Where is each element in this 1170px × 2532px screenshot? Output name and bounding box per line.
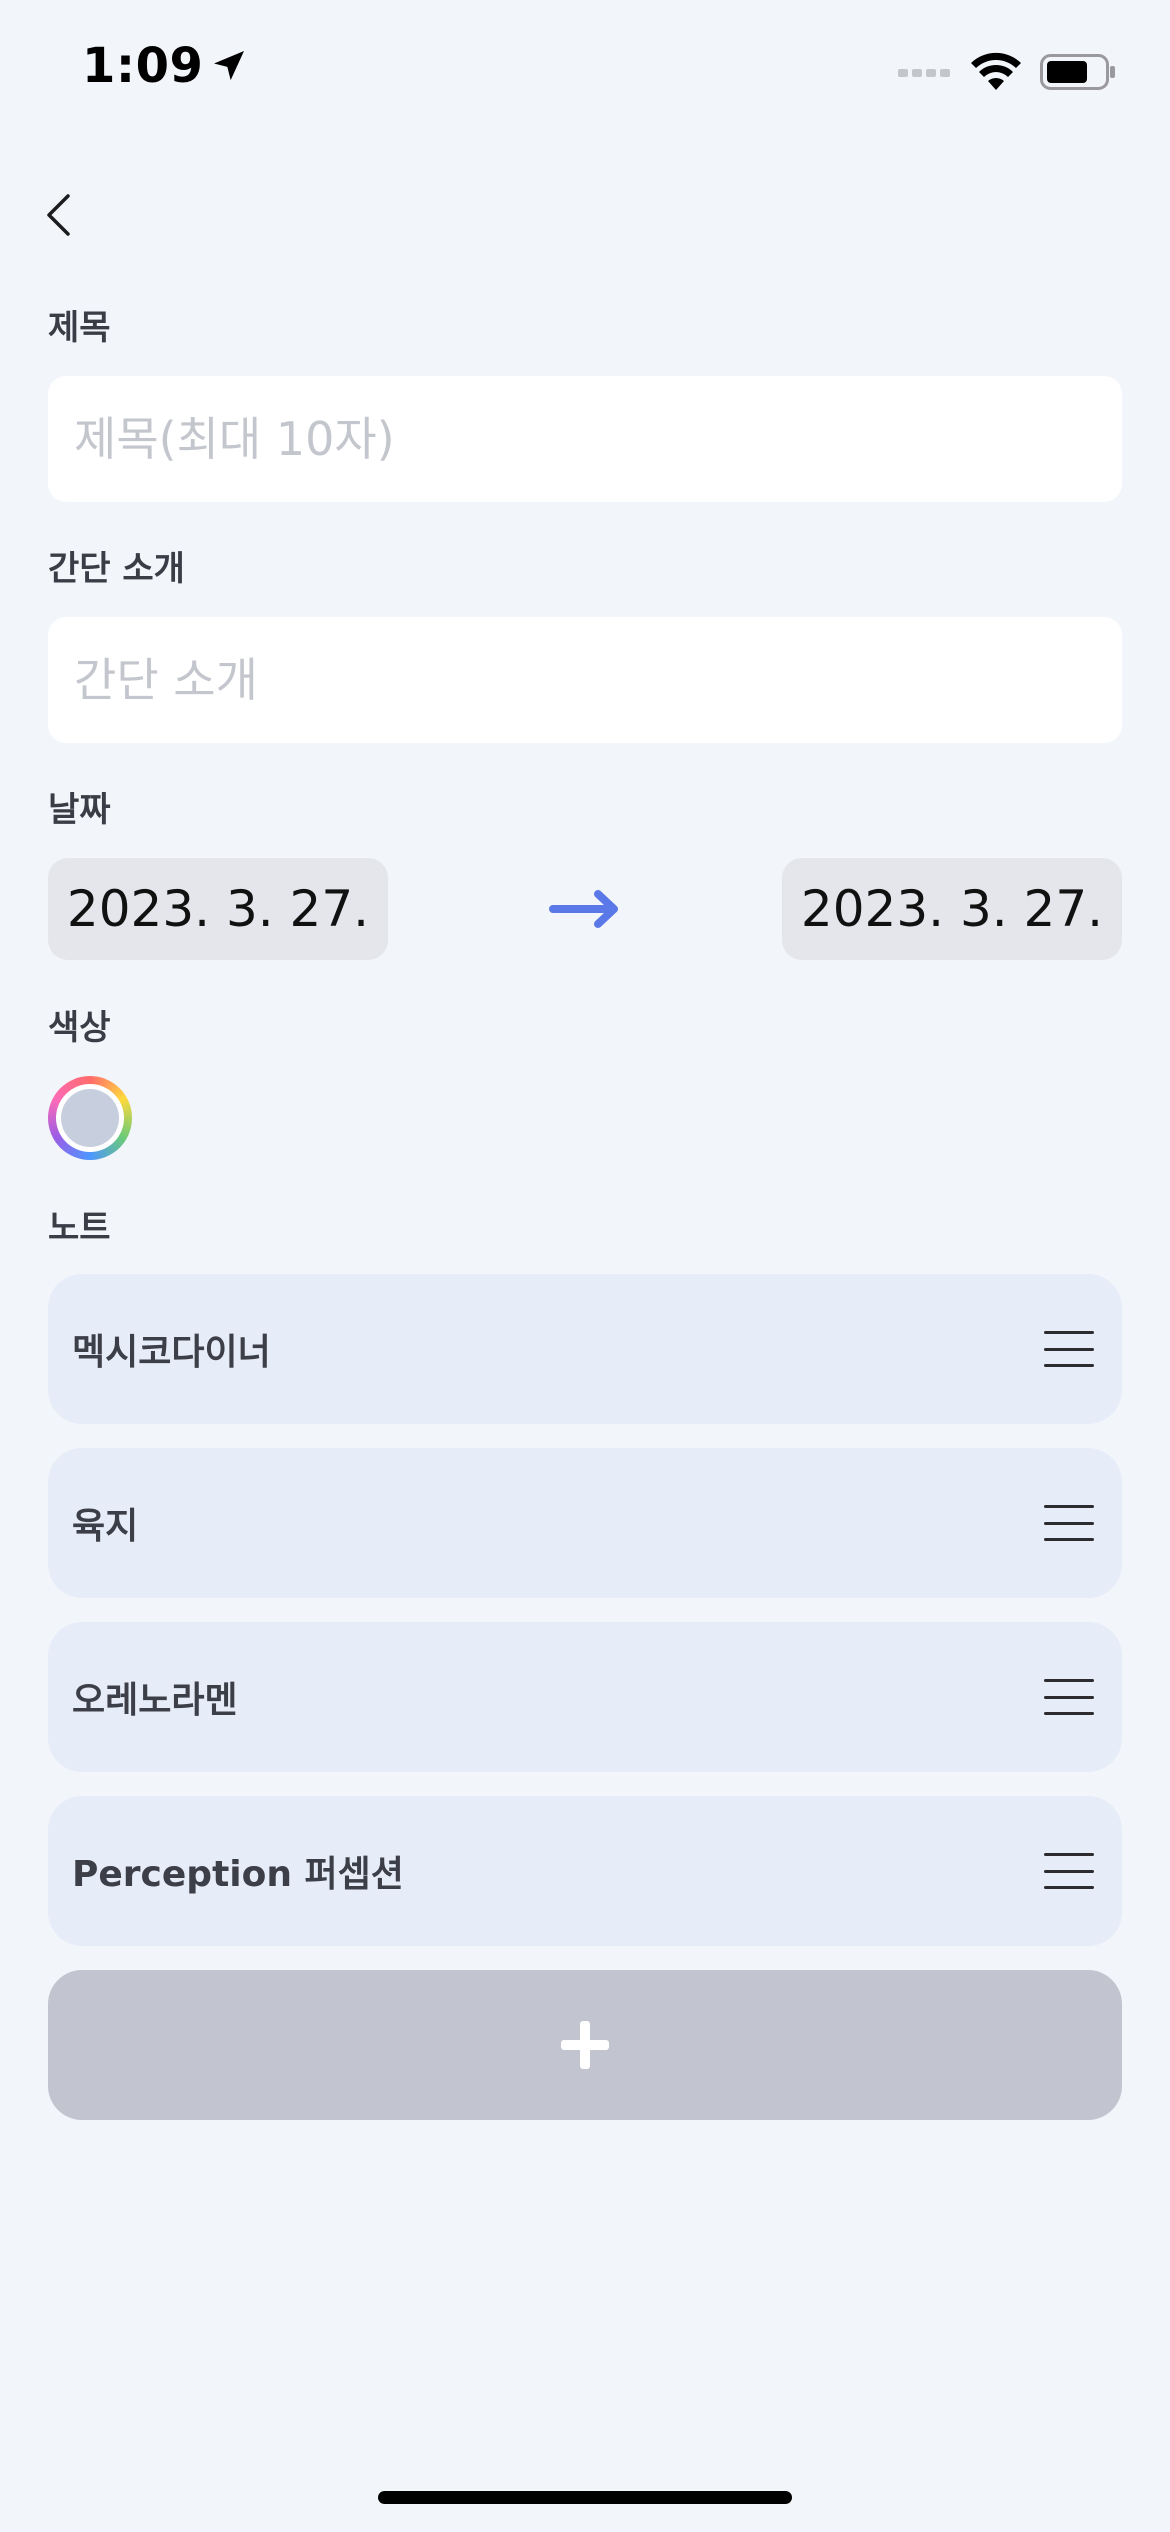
note-item-label: Perception 퍼셉션 bbox=[72, 1854, 404, 1895]
end-date-button[interactable]: 2023. 3. 27. bbox=[782, 858, 1122, 960]
drag-handle-icon[interactable] bbox=[1044, 1679, 1094, 1715]
date-label: 날짜 bbox=[48, 790, 111, 830]
intro-label: 간단 소개 bbox=[48, 549, 185, 589]
note-item[interactable]: 육지 bbox=[48, 1448, 1122, 1598]
intro-field[interactable] bbox=[48, 617, 1122, 743]
chevron-left-icon bbox=[47, 194, 70, 236]
home-indicator[interactable] bbox=[378, 2491, 792, 2504]
status-time: 1:09 bbox=[82, 38, 249, 94]
back-button[interactable] bbox=[34, 188, 82, 242]
title-label: 제목 bbox=[48, 308, 111, 348]
add-note-button[interactable] bbox=[48, 1970, 1122, 2120]
drag-handle-icon[interactable] bbox=[1044, 1505, 1094, 1541]
color-picker-button[interactable] bbox=[48, 1076, 132, 1160]
status-time-text: 1:09 bbox=[82, 38, 204, 94]
drag-handle-icon[interactable] bbox=[1044, 1853, 1094, 1889]
note-item-label: 멕시코다이너 bbox=[72, 1332, 271, 1373]
note-item-label: 육지 bbox=[72, 1506, 139, 1547]
color-label: 색상 bbox=[48, 1008, 111, 1048]
drag-handle-icon[interactable] bbox=[1044, 1331, 1094, 1367]
title-input[interactable] bbox=[72, 411, 1098, 467]
plus-icon bbox=[561, 2021, 609, 2069]
note-item[interactable]: Perception 퍼셉션 bbox=[48, 1796, 1122, 1946]
title-field[interactable] bbox=[48, 376, 1122, 502]
intro-input[interactable] bbox=[72, 652, 1098, 708]
cellular-signal-icon bbox=[898, 69, 950, 77]
location-arrow-icon bbox=[214, 51, 245, 81]
notes-label: 노트 bbox=[48, 1208, 111, 1248]
note-item-label: 오레노라멘 bbox=[72, 1680, 238, 1721]
wifi-icon bbox=[971, 52, 1021, 90]
selected-color-swatch bbox=[61, 1089, 119, 1147]
arrow-right-icon bbox=[549, 890, 618, 928]
note-item[interactable]: 멕시코다이너 bbox=[48, 1274, 1122, 1424]
status-indicators bbox=[898, 52, 1116, 92]
start-date-button[interactable]: 2023. 3. 27. bbox=[48, 858, 388, 960]
battery-icon bbox=[1040, 54, 1115, 90]
color-picker-ring bbox=[56, 1084, 124, 1152]
note-item[interactable]: 오레노라멘 bbox=[48, 1622, 1122, 1772]
